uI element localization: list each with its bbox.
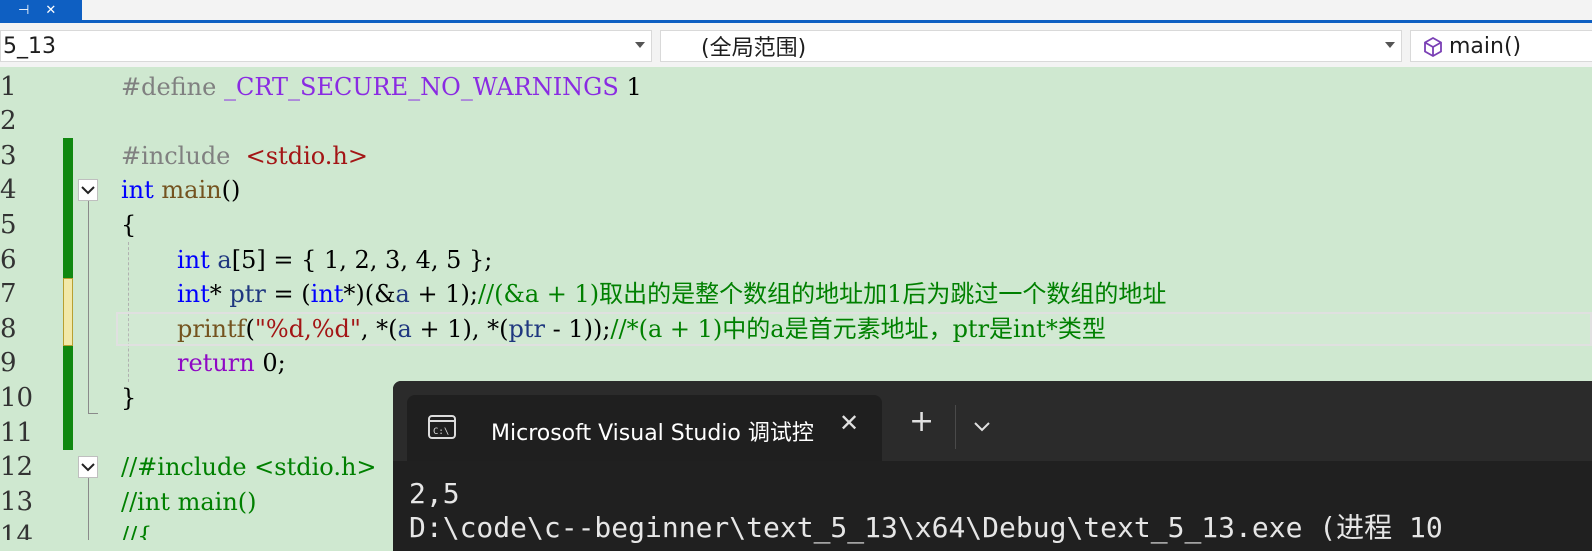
line-number: 12 <box>0 452 34 482</box>
close-icon[interactable]: ✕ <box>839 409 859 437</box>
code-line: return 0; <box>177 349 286 377</box>
saved-change-marker <box>63 138 73 278</box>
code-line: //#include <stdio.h> <box>121 453 377 481</box>
line-number: 9 <box>0 348 17 378</box>
console-output-line: 2,5 <box>409 477 460 510</box>
pin-icon[interactable]: ⊣ <box>18 4 29 17</box>
code-line: { <box>121 211 137 239</box>
code-line: printf("%d,%d", *(a + 1), *(ptr - 1));//… <box>177 315 1106 343</box>
line-number: 3 <box>0 141 17 171</box>
fold-toggle[interactable] <box>78 179 98 201</box>
debug-console-window[interactable]: C:\ Microsoft Visual Studio 调试控 ✕ + 2,5 … <box>393 381 1592 551</box>
fold-toggle[interactable] <box>78 456 98 478</box>
line-number: 6 <box>0 245 17 275</box>
project-name: 5_13 <box>3 33 56 59</box>
saved-change-marker <box>63 346 73 450</box>
code-line: int main() <box>121 176 241 204</box>
code-line: } <box>121 384 137 412</box>
console-tab[interactable]: C:\ Microsoft Visual Studio 调试控 ✕ <box>407 395 882 461</box>
line-number: 13 <box>0 487 34 517</box>
scope-dropdown[interactable]: (全局范围) <box>660 30 1402 62</box>
project-dropdown[interactable]: 5_13 <box>0 30 652 62</box>
code-line: //int main() <box>121 488 257 516</box>
line-number: 2 <box>0 106 17 136</box>
chevron-down-icon <box>81 463 95 472</box>
chevron-down-icon <box>81 186 95 195</box>
line-number: 7 <box>0 279 17 309</box>
line-number: 5 <box>0 210 17 240</box>
divider <box>955 405 956 449</box>
fold-guide-end <box>88 413 98 414</box>
scope-name: (全局范围) <box>701 36 807 61</box>
chevron-down-icon <box>1385 42 1395 48</box>
line-number: 8 <box>0 314 17 344</box>
document-tab-strip: ⊣ ✕ <box>0 0 1592 22</box>
console-tab-title: Microsoft Visual Studio 调试控 <box>491 421 814 446</box>
fold-guide <box>88 478 89 540</box>
code-line: int* ptr = (int*)(&a + 1);//(&a + 1)取出的是… <box>177 280 1167 308</box>
chevron-down-icon[interactable] <box>973 421 991 433</box>
code-line: //{ <box>121 522 153 540</box>
member-name: main() <box>1449 33 1522 59</box>
chevron-down-icon <box>635 42 645 48</box>
line-number: 11 <box>0 418 34 448</box>
document-tab[interactable]: ⊣ ✕ <box>0 0 82 20</box>
svg-text:C:\: C:\ <box>433 427 449 437</box>
fold-guide <box>88 196 89 414</box>
cube-icon <box>1424 36 1442 58</box>
line-number: 1 <box>0 72 17 102</box>
member-dropdown[interactable]: main() <box>1410 30 1592 62</box>
line-number: 10 <box>0 383 34 413</box>
close-icon[interactable]: ✕ <box>45 4 56 17</box>
code-line: int a[5] = { 1, 2, 3, 4, 5 }; <box>177 246 493 274</box>
code-line: #define _CRT_SECURE_NO_WARNINGS 1 <box>121 73 642 101</box>
line-number: 4 <box>0 175 17 205</box>
console-tab-bar: C:\ Microsoft Visual Studio 调试控 ✕ + <box>393 381 1592 461</box>
line-number: 14 <box>0 521 34 540</box>
add-tab-icon[interactable]: + <box>909 407 934 437</box>
terminal-icon: C:\ <box>428 415 456 439</box>
code-line: #include <stdio.h> <box>121 142 368 170</box>
unsaved-change-marker <box>63 278 73 346</box>
